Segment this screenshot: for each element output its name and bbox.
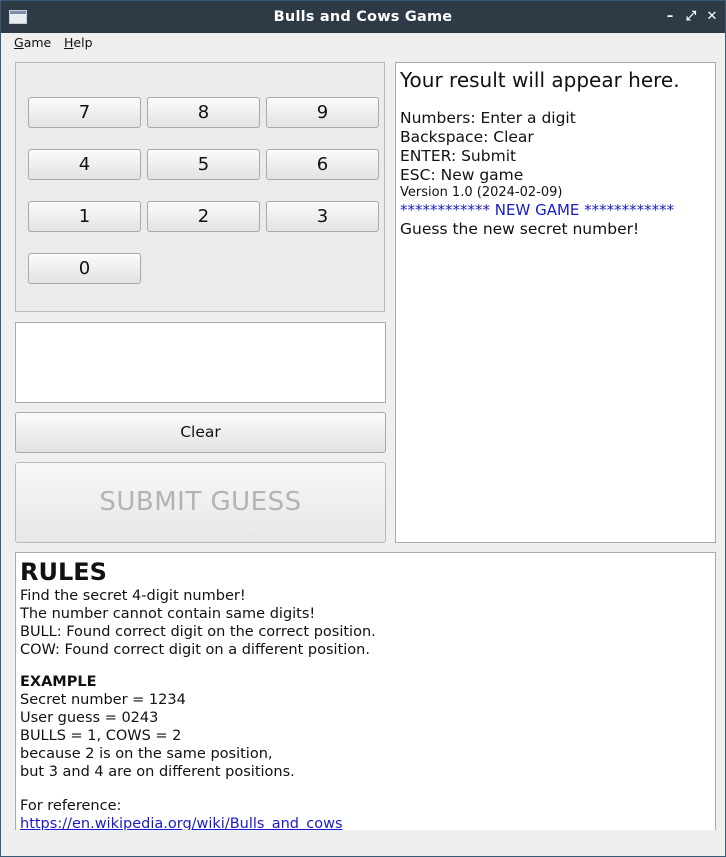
new-game-banner: ************ NEW GAME ************ xyxy=(400,201,675,219)
result-prompt: Guess the new secret number! xyxy=(400,220,640,238)
help-esc: ESC: New game xyxy=(400,166,524,184)
rule-line: COW: Found correct digit on a different … xyxy=(20,642,370,658)
menu-game-label: ame xyxy=(23,35,52,50)
menu-help[interactable]: Help xyxy=(64,35,93,50)
key-2[interactable]: 2 xyxy=(147,201,260,232)
submit-guess-button[interactable]: SUBMIT GUESS xyxy=(15,462,386,543)
example-line: BULLS = 1, COWS = 2 xyxy=(20,728,182,744)
key-8[interactable]: 8 xyxy=(147,97,260,128)
menu-bar: Game Help xyxy=(1,33,725,53)
example-line: but 3 and 4 are on different positions. xyxy=(20,764,295,780)
rules-title: RULES xyxy=(20,558,107,586)
result-heading: Your result will appear here. xyxy=(400,68,680,92)
key-1[interactable]: 1 xyxy=(28,201,141,232)
help-backspace: Backspace: Clear xyxy=(400,128,534,146)
example-line: Secret number = 1234 xyxy=(20,692,186,708)
minimize-icon[interactable]: – xyxy=(661,7,679,27)
example-line: because 2 is on the same position, xyxy=(20,746,273,762)
title-bar[interactable]: Bulls and Cows Game – ⤢ ✕ xyxy=(1,1,725,33)
result-spacer xyxy=(400,93,711,109)
key-3[interactable]: 3 xyxy=(266,201,379,232)
menu-game-mnemonic: G xyxy=(14,35,24,50)
guess-input[interactable] xyxy=(15,322,386,403)
key-9[interactable]: 9 xyxy=(266,97,379,128)
help-enter: ENTER: Submit xyxy=(400,147,517,165)
rule-line: BULL: Found correct digit on the correct… xyxy=(20,624,376,640)
reference-label: For reference: xyxy=(20,798,122,814)
menu-help-mnemonic: H xyxy=(64,35,74,50)
app-window: Bulls and Cows Game – ⤢ ✕ Game Help 7 8 … xyxy=(0,0,726,857)
example-title: EXAMPLE xyxy=(20,674,97,690)
rule-line: The number cannot contain same digits! xyxy=(20,606,316,622)
window-title: Bulls and Cows Game xyxy=(273,9,453,25)
reference-link[interactable]: https://en.wikipedia.org/wiki/Bulls_and_… xyxy=(20,815,711,830)
result-panel: Your result will appear here. Numbers: E… xyxy=(395,62,716,543)
help-numbers: Numbers: Enter a digit xyxy=(400,109,576,127)
menu-help-label: elp xyxy=(73,35,93,50)
version-text: Version 1.0 (2024-02-09) xyxy=(400,185,563,200)
rules-panel: RULES Find the secret 4-digit number! Th… xyxy=(15,552,716,830)
rule-line: Find the secret 4-digit number! xyxy=(20,588,246,604)
clear-button[interactable]: Clear xyxy=(15,412,386,453)
key-7[interactable]: 7 xyxy=(28,97,141,128)
key-5[interactable]: 5 xyxy=(147,149,260,180)
key-0[interactable]: 0 xyxy=(28,253,141,284)
maximize-icon[interactable]: ⤢ xyxy=(682,7,700,27)
key-6[interactable]: 6 xyxy=(266,149,379,180)
menu-game[interactable]: Game xyxy=(14,35,51,50)
example-line: User guess = 0243 xyxy=(20,710,159,726)
key-4[interactable]: 4 xyxy=(28,149,141,180)
close-icon[interactable]: ✕ xyxy=(703,7,721,27)
keypad-panel: 7 8 9 4 5 6 1 2 3 0 xyxy=(15,62,385,312)
